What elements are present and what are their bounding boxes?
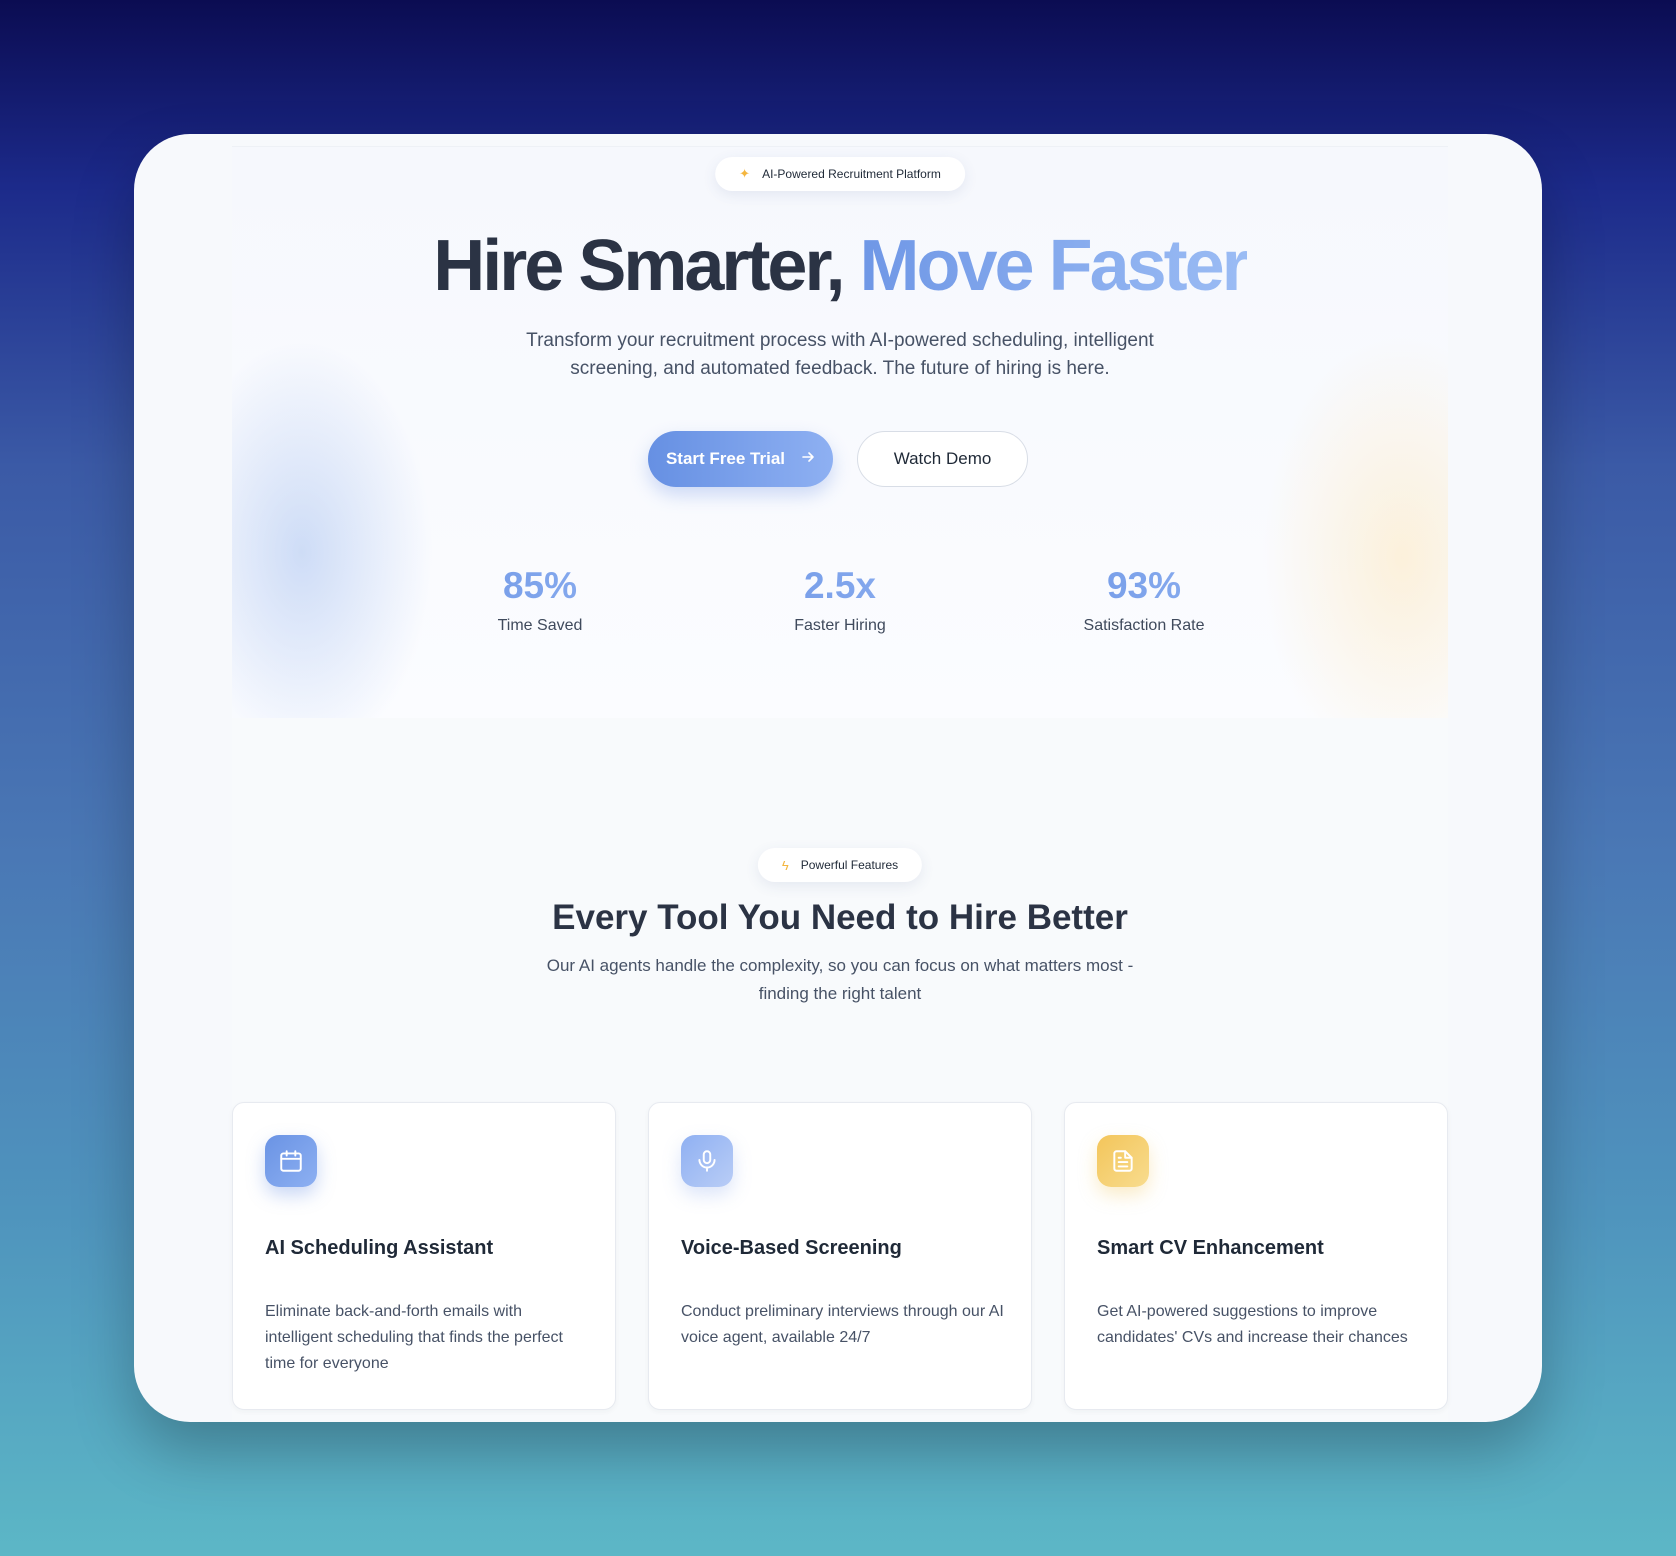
browser-window: ✦ AI-Powered Recruitment Platform Hire S…: [134, 134, 1542, 1422]
stat-value: 93%: [1024, 565, 1264, 607]
card-title: AI Scheduling Assistant: [265, 1237, 494, 1259]
card-title: Smart CV Enhancement: [1097, 1237, 1324, 1259]
stat-label: Faster Hiring: [794, 617, 886, 634]
card-description: Eliminate back-and-forth emails with int…: [265, 1303, 563, 1372]
sparkles-icon: ✦: [739, 166, 751, 181]
microphone-icon: [681, 1135, 733, 1187]
watch-demo-label: Watch Demo: [893, 449, 992, 468]
stat-label: Time Saved: [497, 617, 583, 634]
stat-value: 85%: [420, 565, 660, 607]
card-title: Voice-Based Screening: [681, 1237, 902, 1259]
hero-badge-label: AI-Powered Recruitment Platform: [762, 167, 941, 181]
features-subtitle: Our AI agents handle the complexity, so …: [546, 956, 1134, 1003]
stat-value: 2.5x: [720, 565, 960, 607]
features-badge: ϟ Powerful Features: [757, 848, 923, 882]
headline-part-1: Hire Smarter,: [433, 226, 845, 306]
lightning-icon: ϟ: [781, 857, 789, 873]
features-badge-label: Powerful Features: [800, 858, 899, 872]
stat-satisfaction-rate: 93% Satisfaction Rate: [1024, 565, 1264, 635]
stat-faster-hiring: 2.5x Faster Hiring: [720, 565, 960, 635]
document-icon: [1097, 1135, 1149, 1187]
arrow-right-icon: [801, 449, 815, 469]
hero-headline: Hire Smarter, Move Faster: [232, 225, 1448, 307]
stat-time-saved: 85% Time Saved: [420, 565, 660, 635]
features-section: ϟ Powerful Features Every Tool You Need …: [232, 718, 1448, 1422]
hero-subtitle: Transform your recruitment process with …: [526, 330, 1154, 379]
landing-page: ✦ AI-Powered Recruitment Platform Hire S…: [232, 146, 1448, 1422]
feature-card-voice-screening[interactable]: Voice-Based Screening Conduct preliminar…: [648, 1102, 1032, 1410]
features-title: Every Tool You Need to Hire Better: [552, 898, 1128, 937]
feature-card-scheduling[interactable]: AI Scheduling Assistant Eliminate back-a…: [232, 1102, 616, 1410]
start-free-trial-button[interactable]: Start Free Trial: [648, 431, 833, 487]
card-description: Conduct preliminary interviews through o…: [681, 1303, 1004, 1346]
hero-badge: ✦ AI-Powered Recruitment Platform: [715, 157, 965, 191]
card-description: Get AI-powered suggestions to improve ca…: [1097, 1303, 1408, 1346]
headline-part-2: Move Faster: [859, 226, 1250, 306]
stat-label: Satisfaction Rate: [1083, 617, 1205, 634]
watch-demo-button[interactable]: Watch Demo: [857, 431, 1028, 487]
hero-section: ✦ AI-Powered Recruitment Platform Hire S…: [232, 146, 1448, 718]
feature-card-cv-enhancement[interactable]: Smart CV Enhancement Get AI-powered sugg…: [1064, 1102, 1448, 1410]
start-free-trial-label: Start Free Trial: [665, 449, 786, 468]
calendar-icon: [265, 1135, 317, 1187]
